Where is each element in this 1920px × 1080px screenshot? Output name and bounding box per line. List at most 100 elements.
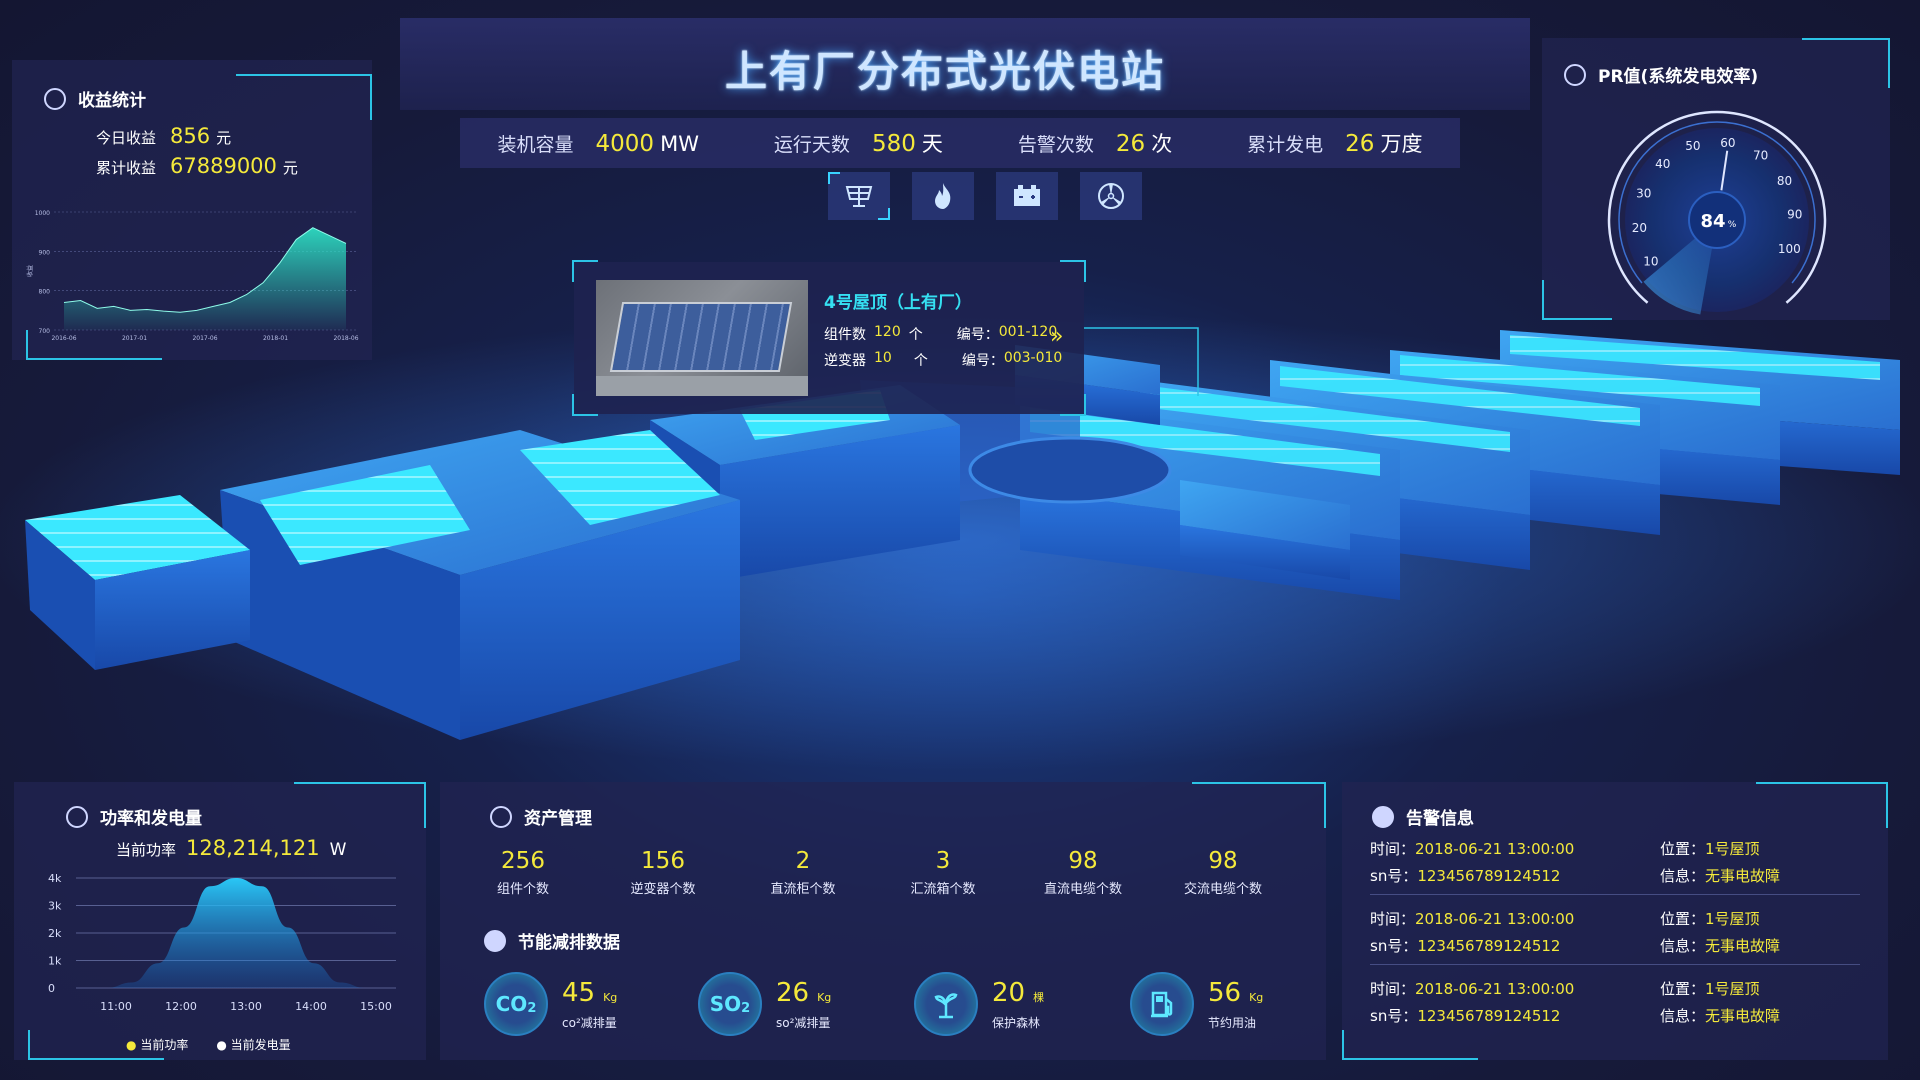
power-current-unit: W	[329, 840, 347, 860]
income-today-value: 856	[170, 124, 211, 148]
stat-label: 告警次数	[1017, 134, 1094, 156]
asset-item[interactable]: 156 逆变器个数	[598, 848, 728, 897]
popup-unit: 个	[913, 353, 928, 369]
building-info-popup[interactable]: 4号屋顶（上有厂） 组件数 120 个 编号： 001-120 逆变器 10 个…	[572, 260, 1086, 416]
alarm-field-label: 位置：	[1660, 910, 1706, 928]
x-tick-label: 2018-06	[333, 335, 358, 342]
alarm-field-label: 位置：	[1660, 840, 1706, 858]
asset-item[interactable]: 98 直流电缆个数	[1018, 848, 1148, 897]
y-axis-label: 收益	[26, 265, 34, 277]
asset-item[interactable]: 98 交流电缆个数	[1158, 848, 1288, 897]
stat-generation: 累计发电 26 万度	[1247, 128, 1422, 158]
legend-label: 当前发电量	[230, 1038, 291, 1052]
popup-value: 120	[874, 324, 901, 340]
eco-item-co2: CO 2 45 Kg co²减排量	[484, 972, 617, 1036]
alarm-field-label: 时间：	[1370, 980, 1416, 998]
y-tick-label: 900	[39, 249, 51, 256]
power-current: 当前功率 128,214,121 W	[116, 836, 346, 860]
fire-mode-button[interactable]	[912, 172, 974, 220]
alarm-position: 1号屋顶	[1705, 980, 1760, 998]
eco-unit: Kg	[603, 990, 618, 1004]
alarm-item[interactable]: 时间：2018-06-21 13:00:00 位置：1号屋顶 sn号：12345…	[1370, 978, 1850, 1032]
gauge-tick-label: 50	[1685, 139, 1700, 153]
alarm-panel: 告警信息 时间：2018-06-21 13:00:00 位置：1号屋顶 sn号：…	[1342, 782, 1888, 1060]
stats-bar: 装机容量 4000 MW 运行天数 580 天 告警次数 26 次 累计发电 2…	[460, 118, 1460, 168]
asset-panel: 资产管理 256 组件个数 156 逆变器个数 2 直流柜个数 3 汇流箱个数 …	[440, 782, 1326, 1060]
pr-gauge: 10 20 30 40 50 60 70 80 90 100 84%	[1607, 110, 1827, 315]
popup-title: 4号屋顶（上有厂）	[824, 293, 972, 313]
stat-unit: 天	[921, 132, 943, 156]
income-today-unit: 元	[216, 129, 232, 147]
popup-code-label: 编号：	[961, 353, 1004, 369]
popup-label: 逆变器	[824, 353, 866, 369]
x-tick-label: 2016-06	[51, 335, 76, 342]
gauge-tick-label: 60	[1720, 136, 1735, 150]
pr-title-text: PR值(系统发电效率)	[1598, 67, 1759, 87]
battery-mode-button[interactable]	[996, 172, 1058, 220]
asset-label: 组件个数	[496, 882, 549, 897]
asset-panel-title: 资产管理	[490, 804, 592, 829]
eco-unit: 棵	[1033, 990, 1045, 1004]
gauge-tick-label: 20	[1632, 221, 1647, 235]
stat-alarms: 告警次数 26 次	[1018, 128, 1172, 158]
alarm-info: 无事电故障	[1705, 1007, 1781, 1025]
alarm-time: 2018-06-21 13:00:00	[1415, 840, 1575, 858]
double-chevron-right-icon[interactable]: »	[1050, 324, 1063, 349]
y-tick-label: 4k	[48, 872, 62, 885]
asset-value: 256	[501, 848, 545, 874]
gauge-tick-label: 40	[1655, 157, 1670, 171]
legend-item-energy[interactable]: ● 当前发电量	[216, 1036, 290, 1053]
asset-value: 98	[1208, 848, 1238, 874]
alarm-sn: 123456789124512	[1417, 867, 1561, 885]
asset-label: 直流电缆个数	[1043, 882, 1122, 897]
stat-unit: MW	[660, 131, 699, 156]
asset-label: 汇流箱个数	[910, 882, 976, 897]
alarm-field-label: sn号：	[1370, 867, 1418, 885]
income-today-label: 今日收益	[96, 129, 157, 147]
alarm-time: 2018-06-21 13:00:00	[1415, 980, 1575, 998]
y-tick-label: 2k	[48, 927, 62, 940]
income-total-value: 67889000	[170, 154, 277, 178]
alarm-sn: 123456789124512	[1417, 1007, 1561, 1025]
y-tick-label: 1000	[35, 210, 50, 217]
power-panel: 功率和发电量 当前功率 128,214,121 W 4k 3k 2k 1k 0 11:00…	[14, 782, 426, 1060]
eco-section-title: 节能减排数据	[484, 928, 620, 953]
popup-unit: 个	[908, 327, 923, 343]
eco-item-forest: 20 棵 保护森林	[914, 972, 1044, 1036]
pr-panel: PR值(系统发电效率) 10 20 30 40 50 60 70 80 90 100 84%	[1542, 38, 1890, 320]
so2-icon: SO 2	[698, 972, 762, 1036]
wind-mode-button[interactable]	[1080, 172, 1142, 220]
y-tick-label: 0	[48, 982, 55, 995]
solar-panel-icon	[845, 186, 873, 207]
asset-value: 2	[795, 848, 811, 874]
stat-value: 26	[1345, 131, 1375, 157]
asset-item[interactable]: 256 组件个数	[458, 848, 588, 897]
income-panel-title: 收益统计	[44, 86, 146, 111]
x-tick-label: 11:00	[100, 1000, 132, 1013]
y-tick-label: 1k	[48, 955, 62, 968]
bar-chart-icon	[1372, 805, 1394, 828]
gauge-icon	[1564, 63, 1586, 86]
eco-value: 56	[1208, 977, 1242, 1008]
alarm-divider	[1370, 894, 1860, 895]
power-current-value: 128,214,121	[186, 836, 320, 860]
alarm-divider	[1370, 964, 1860, 965]
stat-value: 26	[1115, 131, 1146, 157]
solar-mode-button[interactable]	[828, 172, 890, 220]
battery-icon	[1014, 185, 1040, 206]
x-tick-label: 12:00	[165, 1000, 197, 1013]
eco-value: 26	[776, 977, 810, 1008]
asset-item[interactable]: 3 汇流箱个数	[878, 848, 1008, 897]
asset-item[interactable]: 2 直流柜个数	[738, 848, 868, 897]
legend-item-power[interactable]: ● 当前功率	[126, 1036, 188, 1053]
x-tick-label: 15:00	[360, 1000, 392, 1013]
alarm-field-label: sn号：	[1370, 937, 1418, 955]
alarm-panel-title: 告警信息	[1372, 804, 1474, 829]
popup-row-inverters: 逆变器 10 个 编号： 003-010	[824, 350, 1062, 370]
popup-code: 001-120	[998, 324, 1058, 340]
popup-leader-line	[1084, 327, 1199, 396]
income-today: 今日收益 856 元	[96, 124, 231, 148]
alarm-item[interactable]: 时间：2018-06-21 13:00:00 位置：1号屋顶 sn号：12345…	[1370, 838, 1850, 892]
alarm-item[interactable]: 时间：2018-06-21 13:00:00 位置：1号屋顶 sn号：12345…	[1370, 908, 1850, 962]
popup-row-components: 组件数 120 个 编号： 001-120	[824, 324, 1057, 344]
